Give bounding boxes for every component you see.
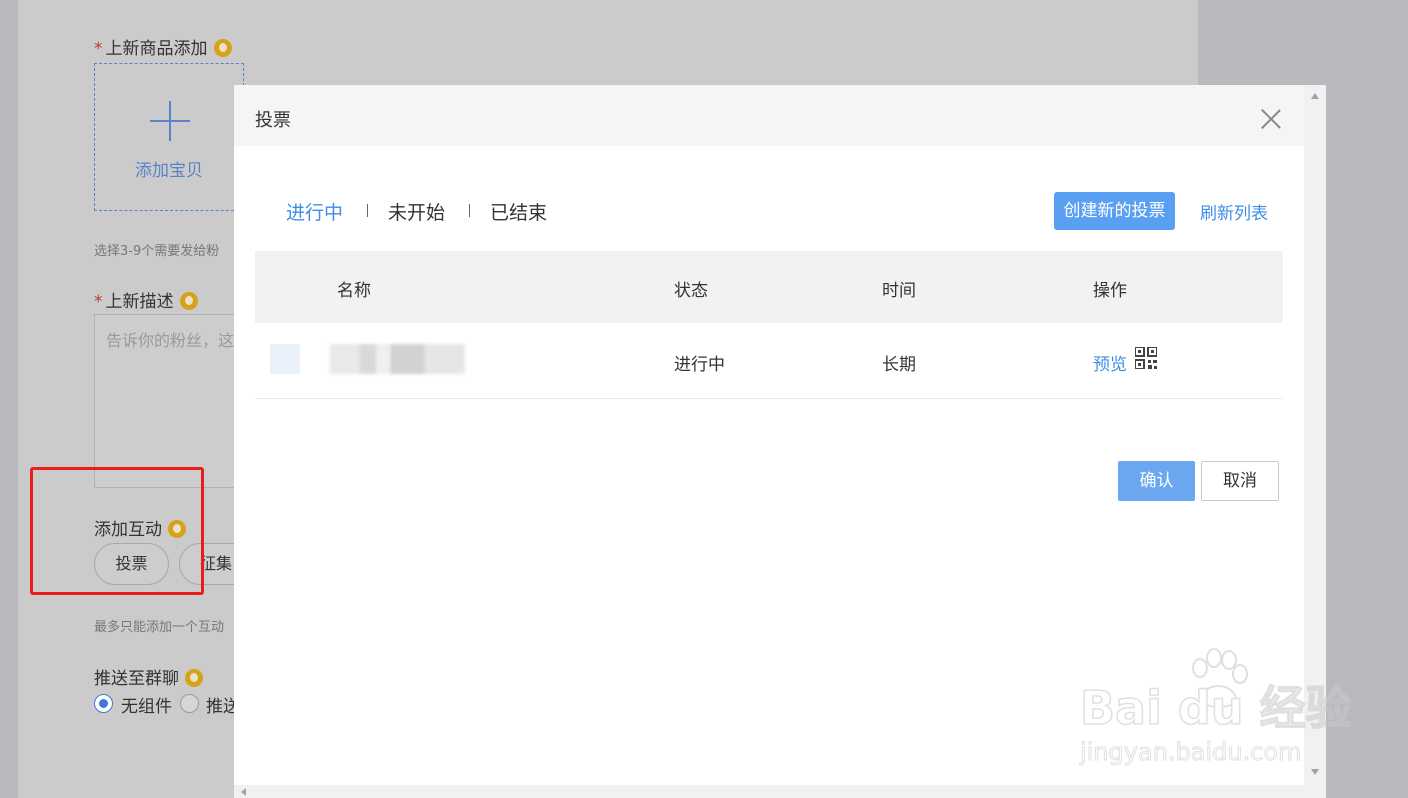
table-row: 进行中 长期 预览 (255, 323, 1283, 399)
vote-name-redacted (330, 344, 465, 374)
dialog-header: 投票 (234, 85, 1304, 146)
push-label: 推送至群聊 (94, 664, 203, 689)
radio-no-component[interactable] (94, 694, 113, 713)
column-header-status: 状态 (674, 281, 708, 301)
info-bulb-icon (179, 292, 198, 310)
info-bulb-icon (213, 39, 232, 57)
radio-push[interactable] (180, 694, 199, 713)
dialog-title: 投票 (255, 110, 291, 131)
baidu-jingyan-watermark: Bai du 经验 jingyan.baidu.com (1079, 648, 1352, 773)
info-bulb-icon (185, 669, 203, 687)
cancel-button[interactable]: 取消 (1201, 461, 1279, 501)
desc-label: * 上新描述 (94, 287, 198, 312)
interaction-hint: 最多只能添加一个互动 (94, 620, 225, 635)
close-icon[interactable] (1261, 109, 1281, 129)
tab-divider (469, 204, 470, 217)
watermark-brand: Bai du 经验 (1079, 680, 1352, 736)
tab-divider (367, 204, 368, 217)
select-hint: 选择3-9个需要发给粉 (94, 244, 220, 259)
row-time: 长期 (882, 355, 916, 375)
new-product-label: * 上新商品添加 (94, 34, 232, 59)
add-item-button[interactable]: 添加宝贝 (94, 63, 244, 211)
tab-not-started[interactable]: 未开始 (388, 198, 445, 225)
vote-thumbnail (270, 344, 300, 374)
description-textarea[interactable]: 告诉你的粉丝，这 (94, 314, 244, 488)
highlight-annotation-box (30, 467, 204, 595)
plus-icon (150, 101, 190, 141)
refresh-list-link[interactable]: 刷新列表 (1200, 199, 1268, 224)
scroll-left-arrow-icon[interactable] (241, 788, 246, 796)
watermark-url: jingyan.baidu.com (1079, 738, 1302, 767)
tab-ended[interactable]: 已结束 (490, 198, 547, 225)
scroll-up-arrow-icon[interactable] (1311, 93, 1319, 99)
horizontal-scrollbar[interactable] (234, 785, 1326, 798)
radio-no-component-label: 无组件 (121, 697, 172, 717)
preview-link[interactable]: 预览 (1093, 350, 1127, 375)
column-header-action: 操作 (1093, 281, 1127, 301)
column-header-name: 名称 (337, 281, 371, 301)
tab-in-progress[interactable]: 进行中 (286, 198, 343, 225)
table-header: 名称 状态 时间 操作 (255, 251, 1283, 323)
confirm-button[interactable]: 确认 (1118, 461, 1195, 501)
create-vote-button[interactable]: 创建新的投票 (1054, 192, 1175, 230)
column-header-time: 时间 (882, 281, 916, 301)
row-status: 进行中 (674, 355, 725, 375)
qr-code-icon[interactable] (1135, 347, 1157, 369)
